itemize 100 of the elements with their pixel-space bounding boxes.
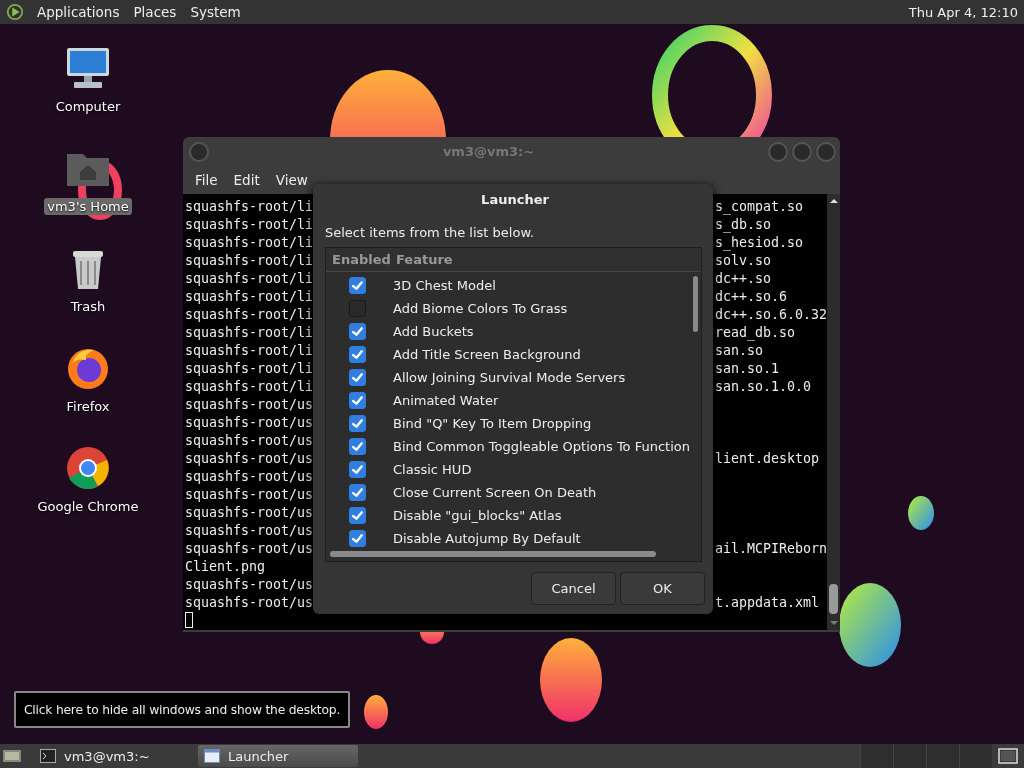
terminal-line: squashfs-root/us (185, 504, 314, 522)
workspace-switcher[interactable] (926, 744, 959, 768)
tooltip: Click here to hide all windows and show the desktop. (14, 691, 350, 728)
window-list-icon[interactable] (998, 748, 1018, 764)
checkmark-icon (350, 393, 365, 408)
terminal-line: squashfs-root/li (185, 324, 314, 342)
checkmark-icon (350, 439, 365, 454)
checkmark-icon (350, 347, 365, 362)
column-header[interactable]: Feature (389, 252, 453, 267)
workspace-switcher[interactable] (959, 744, 992, 768)
menu-item[interactable]: View (267, 172, 316, 189)
dialog-title: Launcher (480, 191, 550, 209)
feature-name: Classic HUD (392, 462, 472, 477)
terminal-line: squashfs-root/li (185, 234, 314, 252)
terminal-line: squashfs-root/us (185, 594, 314, 612)
terminal-line: s_db.so (715, 216, 772, 234)
window-icon (204, 749, 220, 763)
terminal-line: squashfs-root/us (185, 576, 314, 594)
scrollbar[interactable] (827, 194, 840, 630)
terminal-line: read_db.so (715, 324, 796, 342)
feature-name: Bind Common Toggleable Options To Function (392, 439, 689, 454)
terminal-line: squashfs-root/li (185, 378, 314, 396)
terminal-icon (40, 749, 56, 763)
desktop-icon-label[interactable]: Computer (52, 98, 124, 115)
desktop-icon-label[interactable]: Trash (67, 298, 109, 315)
terminal-line: squashfs-root/li (185, 360, 314, 378)
feature-name: Close Current Screen On Death (392, 485, 597, 500)
menu-item[interactable]: Edit (225, 172, 268, 189)
terminal-line: san.so (715, 342, 764, 360)
checkmark-icon (350, 531, 365, 546)
checkbox[interactable] (349, 369, 366, 386)
terminal-line: squashfs-root/us (185, 486, 314, 504)
terminal-line: squashfs-root/us (185, 396, 314, 414)
terminal-line: s_compat.so (715, 198, 804, 216)
terminal-line: ail.MCPIReborn (715, 540, 828, 558)
menu-item[interactable]: File (187, 172, 226, 189)
checkmark-icon (350, 462, 365, 477)
taskbar-button[interactable]: Launcher (198, 745, 358, 767)
checkbox[interactable] (349, 415, 366, 432)
show-desktop-icon[interactable] (2, 748, 22, 764)
checkbox[interactable] (349, 438, 366, 455)
terminal-line: lient.desktop (715, 450, 820, 468)
terminal-line: squashfs-root/us (185, 468, 314, 486)
checkmark-icon (350, 278, 365, 293)
terminal-line: dc++.so (715, 270, 772, 288)
workspace-switcher[interactable] (893, 744, 926, 768)
panel-menu[interactable]: System (183, 4, 248, 20)
feature-name: Animated Water (392, 393, 499, 408)
desktop-icon-label[interactable]: Google Chrome (34, 498, 142, 515)
desktop-icon-label[interactable]: Firefox (63, 398, 113, 415)
terminal-line: squashfs-root/us (185, 540, 314, 558)
terminal-line: squashfs-root/li (185, 216, 314, 234)
checkbox[interactable] (349, 507, 366, 524)
desktop-icon-label[interactable]: vm3's Home (44, 198, 132, 215)
checkmark-icon (350, 370, 365, 385)
workspace-switcher[interactable] (860, 744, 893, 768)
chrome-icon[interactable] (64, 444, 112, 492)
terminal-line: t.appdata.xml (715, 594, 820, 612)
checkbox[interactable] (349, 323, 366, 340)
window-title: vm3@vm3:~ (442, 144, 535, 160)
terminal-line: squashfs-root/li (185, 342, 314, 360)
checkbox[interactable] (349, 392, 366, 409)
scrollbar-thumb[interactable] (330, 551, 656, 557)
checkmark-icon (350, 324, 365, 339)
scroll-down-icon[interactable] (828, 620, 839, 626)
terminal-line: squashfs-root/us (185, 450, 314, 468)
terminal-line: san.so.1 (715, 360, 780, 378)
checkbox[interactable] (349, 346, 366, 363)
feature-name: Add Buckets (392, 324, 474, 339)
terminal-line: squashfs-root/li (185, 288, 314, 306)
text-cursor (185, 612, 193, 628)
terminal-line: Client.png (185, 558, 266, 576)
scrollbar-thumb[interactable] (692, 276, 698, 332)
scroll-up-icon[interactable] (828, 198, 839, 204)
terminal-line: dc++.so.6.0.32 (715, 306, 828, 324)
taskbar-button[interactable]: vm3@vm3:~ (34, 745, 194, 767)
checkbox[interactable] (349, 530, 366, 547)
terminal-line: squashfs-root/li (185, 198, 314, 216)
feature-name: Bind "Q" Key To Item Dropping (392, 416, 592, 431)
terminal-line: squashfs-root/us (185, 414, 314, 432)
terminal-line: squashfs-root/li (185, 270, 314, 288)
cancel-button[interactable]: Cancel (531, 572, 616, 605)
feature-name: Add Biome Colors To Grass (392, 301, 568, 316)
scrollbar-thumb[interactable] (829, 584, 839, 614)
column-header[interactable]: Enabled (326, 252, 389, 267)
terminal-line: squashfs-root/li (185, 252, 314, 270)
play-logo-icon[interactable] (6, 3, 24, 21)
feature-name: Add Title Screen Background (392, 347, 581, 362)
ok-button[interactable]: OK (620, 572, 705, 605)
terminal-line: squashfs-root/us (185, 432, 314, 450)
checkbox[interactable] (349, 484, 366, 501)
clock[interactable]: Thu Apr 4, 12:10 (908, 4, 1024, 20)
terminal-line: squashfs-root/us (185, 522, 314, 540)
panel-menu[interactable]: Applications (30, 4, 127, 20)
checkbox[interactable] (349, 461, 366, 478)
panel-menu[interactable]: Places (126, 4, 184, 20)
feature-name: Disable "gui_blocks" Atlas (392, 508, 562, 523)
instruction-text: Select items from the list below. (325, 224, 535, 242)
checkbox[interactable] (349, 277, 366, 294)
terminal-line: dc++.so.6 (715, 288, 788, 306)
